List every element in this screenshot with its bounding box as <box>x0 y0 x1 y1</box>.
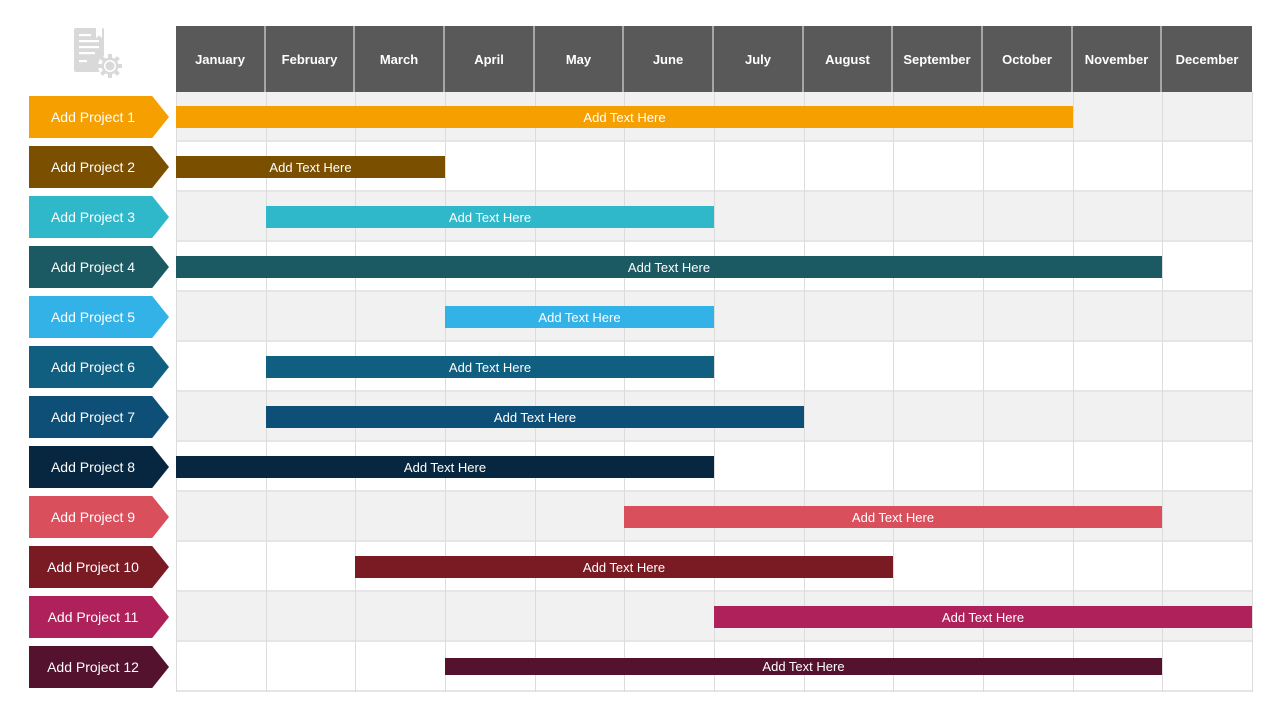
gantt-bar[interactable]: Add Text Here <box>176 456 714 478</box>
month-header-june: June <box>624 26 714 92</box>
project-label[interactable]: Add Project 5 <box>29 296 169 338</box>
project-label[interactable]: Add Project 11 <box>29 596 169 638</box>
grid-line <box>1162 92 1163 692</box>
month-header-march: March <box>355 26 445 92</box>
grid-line <box>1252 92 1253 692</box>
gantt-bar[interactable]: Add Text Here <box>624 506 1162 528</box>
project-label[interactable]: Add Project 7 <box>29 396 169 438</box>
month-header-january: January <box>176 26 266 92</box>
gantt-bar[interactable]: Add Text Here <box>266 356 714 378</box>
gantt-bar[interactable]: Add Text Here <box>714 606 1252 628</box>
gantt-bar[interactable]: Add Text Here <box>176 256 1162 278</box>
grid-line <box>714 92 715 692</box>
project-label[interactable]: Add Project 12 <box>29 646 169 688</box>
grid-line <box>624 92 625 692</box>
grid-line <box>176 92 177 692</box>
project-label[interactable]: Add Project 10 <box>29 546 169 588</box>
gantt-bar[interactable]: Add Text Here <box>266 406 804 428</box>
grid-line <box>893 92 894 692</box>
gantt-bar[interactable]: Add Text Here <box>176 156 445 178</box>
project-label[interactable]: Add Project 3 <box>29 196 169 238</box>
month-header-july: July <box>714 26 804 92</box>
project-label[interactable]: Add Project 4 <box>29 246 169 288</box>
gantt-bar[interactable]: Add Text Here <box>445 658 1162 675</box>
month-header-may: May <box>535 26 624 92</box>
grid-line <box>983 92 984 692</box>
document-gear-icon <box>72 26 126 80</box>
gantt-bar[interactable]: Add Text Here <box>445 306 714 328</box>
grid-line <box>535 92 536 692</box>
month-header-september: September <box>893 26 983 92</box>
month-header-february: February <box>266 26 355 92</box>
month-header-april: April <box>445 26 535 92</box>
gantt-bar[interactable]: Add Text Here <box>266 206 714 228</box>
month-header-august: August <box>804 26 893 92</box>
grid-line <box>1073 92 1074 692</box>
grid-line <box>355 92 356 692</box>
project-label[interactable]: Add Project 6 <box>29 346 169 388</box>
project-label[interactable]: Add Project 8 <box>29 446 169 488</box>
month-header-october: October <box>983 26 1073 92</box>
gantt-bar[interactable]: Add Text Here <box>355 556 893 578</box>
project-label[interactable]: Add Project 9 <box>29 496 169 538</box>
month-header-december: December <box>1162 26 1252 92</box>
project-label[interactable]: Add Project 1 <box>29 96 169 138</box>
grid-line <box>445 92 446 692</box>
month-header-november: November <box>1073 26 1162 92</box>
grid-line <box>804 92 805 692</box>
grid-line <box>266 92 267 692</box>
gantt-bar[interactable]: Add Text Here <box>176 106 1073 128</box>
project-label[interactable]: Add Project 2 <box>29 146 169 188</box>
